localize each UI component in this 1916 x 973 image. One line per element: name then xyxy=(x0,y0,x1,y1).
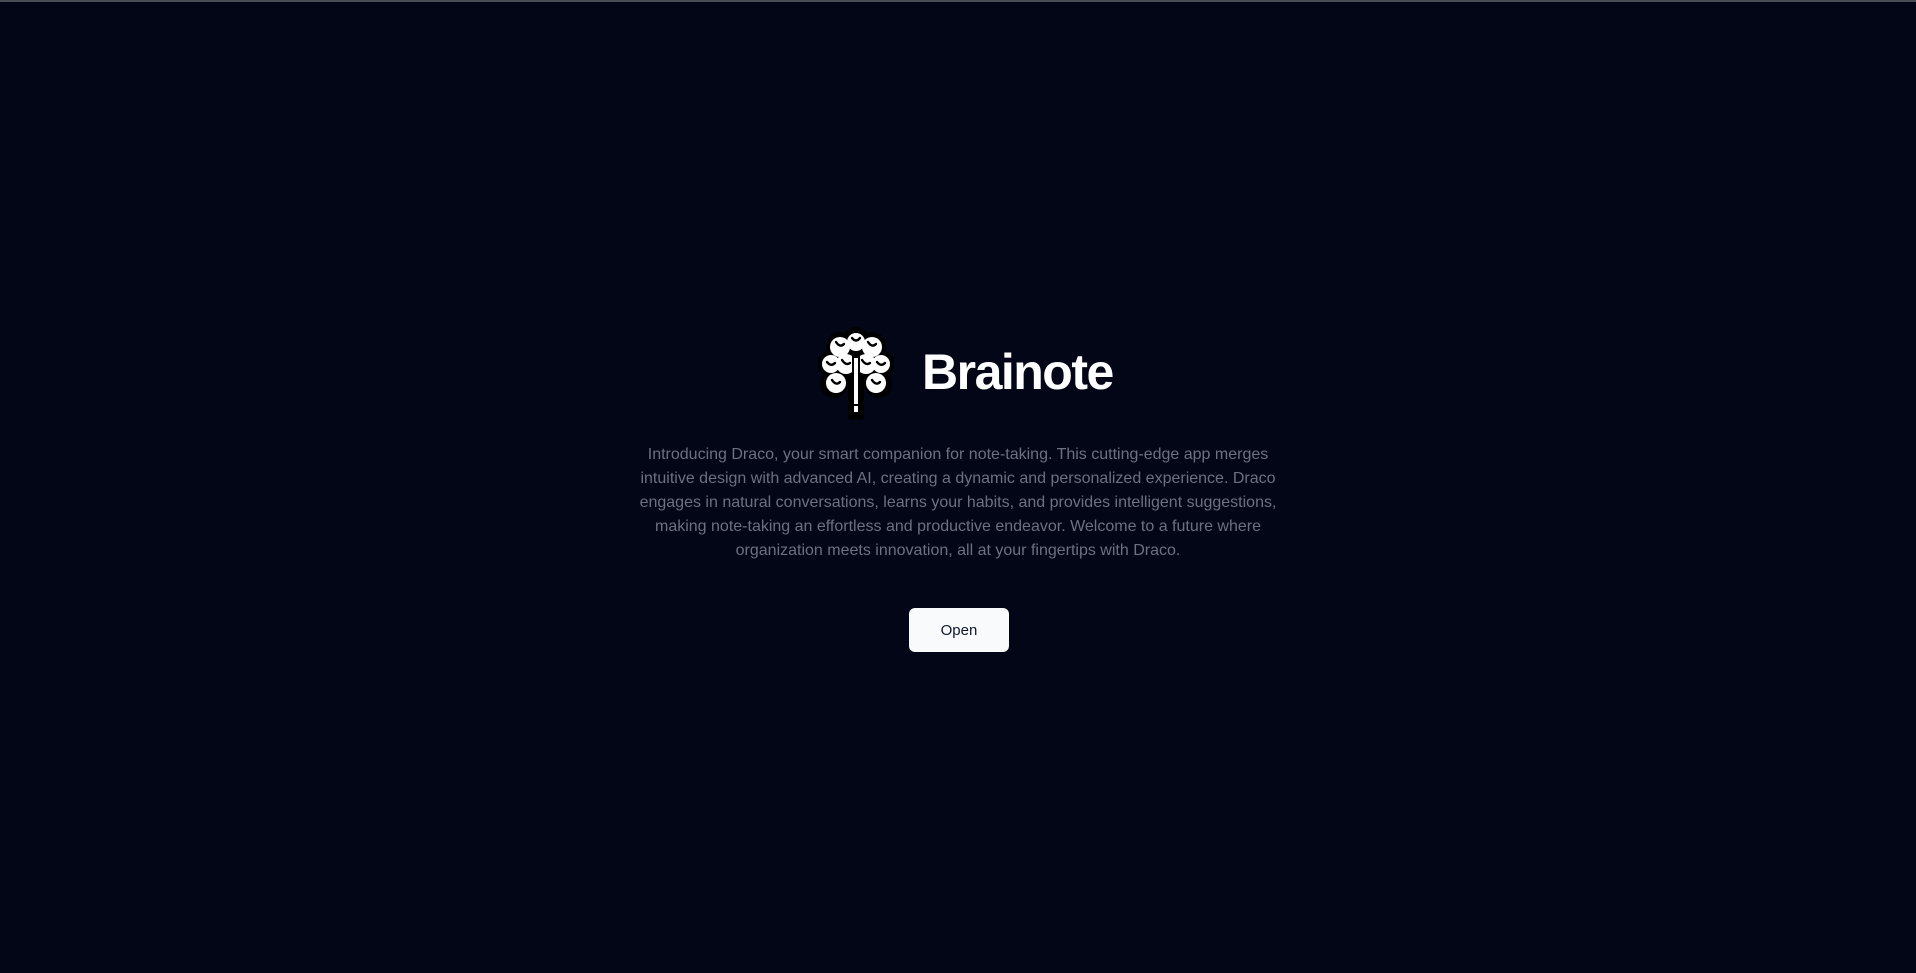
landing-hero: Brainote Introducing Draco, your smart c… xyxy=(0,0,1916,973)
open-button[interactable]: Open xyxy=(909,608,1009,652)
app-description: Introducing Draco, your smart companion … xyxy=(639,446,1277,559)
brand-header: Brainote xyxy=(818,326,1114,422)
brain-pencil-icon xyxy=(818,327,894,420)
app-title: Brainote xyxy=(922,344,1114,400)
